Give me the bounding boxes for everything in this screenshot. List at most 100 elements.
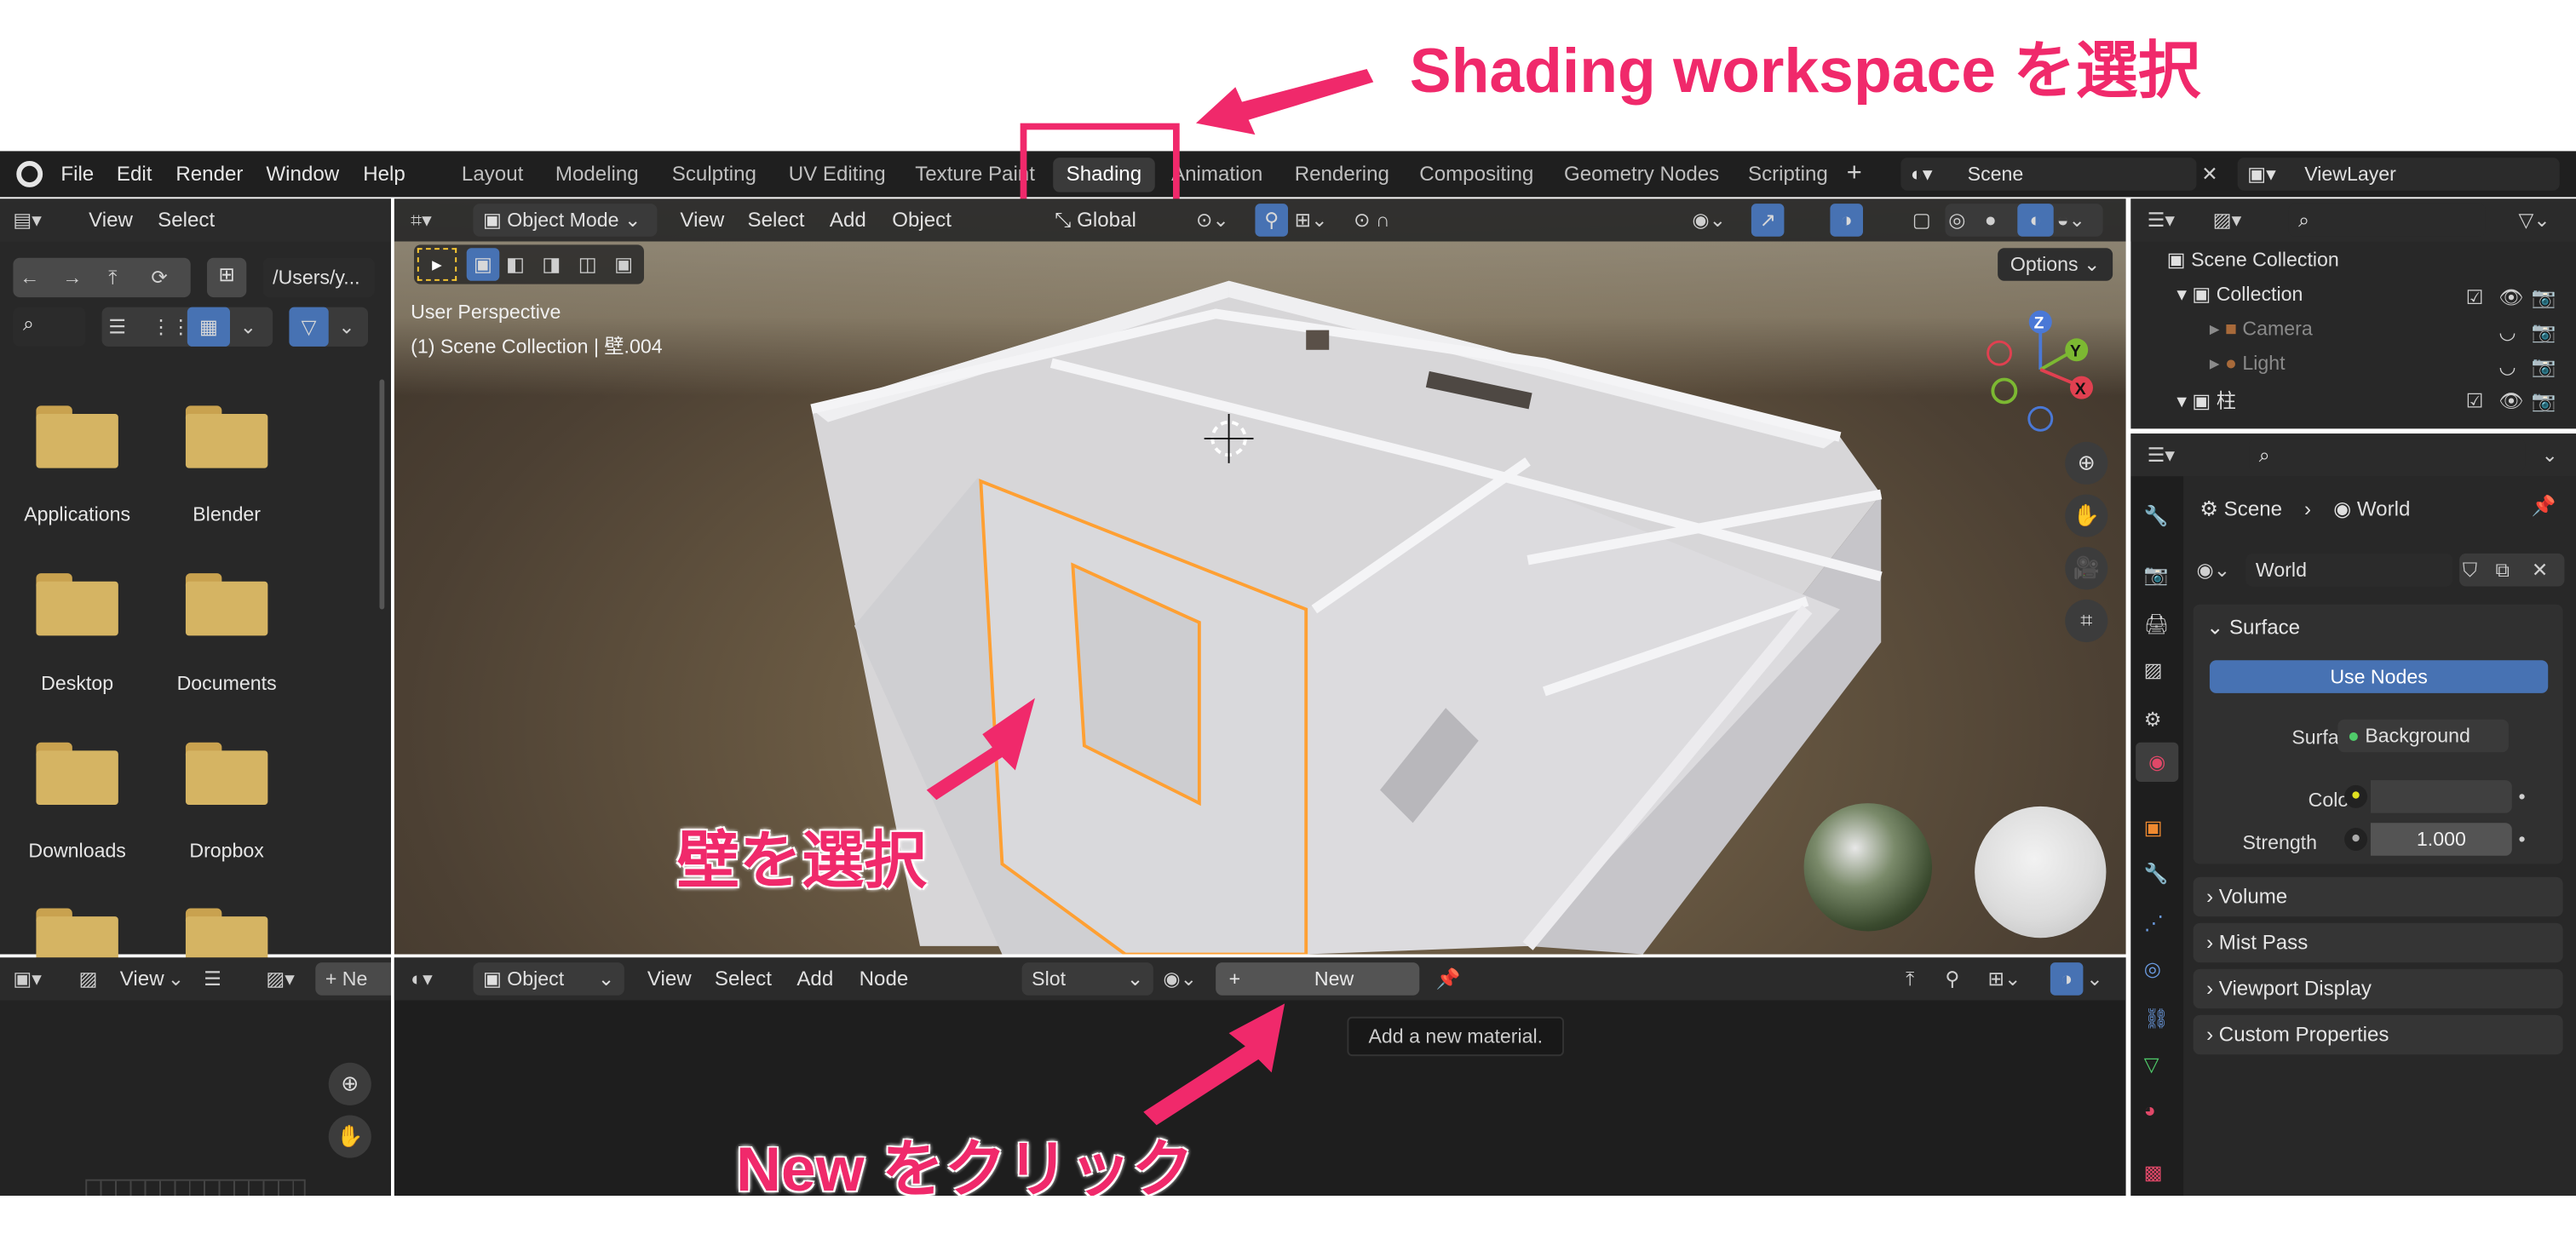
tab-compositing[interactable]: Compositing <box>1406 158 1547 192</box>
add-workspace-icon[interactable]: + <box>1847 158 1862 191</box>
viewport-display-panel-header[interactable]: › Viewport Display <box>2193 968 2563 1009</box>
editor-type-icon[interactable]: ▣▾ <box>13 962 42 996</box>
menu-render[interactable]: Render <box>175 163 243 186</box>
hamburger-icon[interactable]: ☰ <box>204 962 221 996</box>
chevron-down-icon[interactable]: ⌄ <box>2086 962 2102 996</box>
color-socket-icon[interactable]: ● <box>2344 784 2368 808</box>
view-layer-tab-icon[interactable]: ▨ <box>2144 654 2163 687</box>
image-browse-icon[interactable]: ▨▾ <box>266 962 295 996</box>
tab-scripting[interactable]: Scripting <box>1735 158 1842 192</box>
file-select-menu[interactable]: Select <box>158 209 215 232</box>
camera-icon[interactable]: 📷 <box>2532 350 2556 383</box>
viewport-3d[interactable]: ⌗▾ ▣ Object Mode ⌄ View Select Add Objec… <box>394 198 2126 955</box>
ortho-grid-icon[interactable]: ⌗ <box>2065 599 2108 643</box>
file-search-input[interactable]: ⌕ <box>13 307 86 347</box>
camera-icon[interactable]: 📷 <box>2532 315 2556 348</box>
snap-target-icon[interactable]: ⊞⌄ <box>1988 962 2021 996</box>
folder-icon[interactable] <box>185 573 268 636</box>
duplicate-icon[interactable]: ⧉ <box>2495 554 2510 587</box>
fake-user-icon[interactable]: ⛉ <box>2463 554 2477 587</box>
tab-rendering[interactable]: Rendering <box>1281 158 1402 192</box>
folder-label-desktop[interactable]: Desktop <box>3 672 152 695</box>
parent-node-icon[interactable]: ⤒ <box>1906 962 1914 996</box>
strength-socket-icon[interactable]: ● <box>2344 827 2368 851</box>
menu-window[interactable]: Window <box>266 163 339 186</box>
eye-icon[interactable]: 👁 <box>2498 281 2523 314</box>
hand-icon[interactable]: ✋ <box>328 1115 371 1158</box>
menu-file[interactable]: File <box>60 163 94 186</box>
blender-logo-icon[interactable] <box>16 160 43 187</box>
outliner-search-input[interactable]: ⌕ <box>2288 204 2486 237</box>
file-view-menu[interactable]: View <box>89 209 133 232</box>
node-menu-node[interactable]: Node <box>860 967 909 990</box>
view-layer-selector[interactable]: ▣▾ ViewLayer <box>2237 158 2560 191</box>
scrollbar[interactable] <box>379 379 385 610</box>
outliner-row-scene-collection[interactable]: ▣ Scene Collection <box>2167 248 2339 271</box>
tab-uv-editing[interactable]: UV Editing <box>775 158 899 192</box>
mist-pass-panel-header[interactable]: › Mist Pass <box>2193 922 2563 963</box>
constraints-tab-icon[interactable]: ⛓ <box>2144 1002 2169 1035</box>
zoom-icon[interactable]: ⊕ <box>328 1062 371 1105</box>
use-nodes-button[interactable]: Use Nodes <box>2209 660 2549 693</box>
eye-icon[interactable]: ◡ <box>2498 350 2516 383</box>
folder-icon[interactable] <box>36 742 118 805</box>
outliner-row-camera[interactable]: ▸ ■ Camera <box>2210 317 2313 340</box>
slot-dropdown[interactable]: Slot ⌄ <box>1021 962 1153 996</box>
color-swatch[interactable] <box>2370 780 2512 813</box>
overlay-toggle-icon[interactable]: ◑ <box>2050 962 2084 996</box>
menu-help[interactable]: Help <box>363 163 405 186</box>
folder-label-downloads[interactable]: Downloads <box>3 839 152 862</box>
physics-tab-icon[interactable]: ◎ <box>2144 953 2161 986</box>
object-tab-icon[interactable]: ▣ <box>2144 812 2163 845</box>
editor-type-icon[interactable]: ☰▾ <box>2148 204 2175 237</box>
back-icon[interactable]: ← <box>20 261 39 295</box>
close-icon[interactable]: ✕ <box>2532 554 2548 587</box>
folder-icon[interactable] <box>185 742 268 805</box>
thumbnails-icon[interactable]: ▦ <box>187 307 230 347</box>
camera-view-icon[interactable]: 🎥 <box>2065 547 2108 590</box>
custom-properties-panel-header[interactable]: › Custom Properties <box>2193 1014 2563 1055</box>
axis-gizmo[interactable]: Z Y X <box>1975 304 2106 435</box>
folder-icon[interactable] <box>36 573 118 636</box>
properties-search-input[interactable]: ⌕ <box>2249 438 2526 472</box>
tool-tab-icon[interactable]: 🔧 <box>2144 499 2169 532</box>
output-tab-icon[interactable]: 🖨 <box>2144 608 2169 641</box>
scene-tab-icon[interactable]: ⚙ <box>2144 703 2162 736</box>
list-vertical-icon[interactable]: ☰ <box>108 310 126 343</box>
scene-selector[interactable]: ◐▾ Scene <box>1900 158 2197 191</box>
folder-label-dropbox[interactable]: Dropbox <box>152 839 301 862</box>
node-menu-view[interactable]: View <box>647 967 692 990</box>
outliner-row-light[interactable]: ▸ ● Light <box>2210 352 2286 375</box>
folder-icon[interactable] <box>185 405 268 468</box>
list-horizontal-icon[interactable]: ⋮⋮ <box>151 310 190 343</box>
close-icon[interactable]: ✕ <box>2201 158 2217 191</box>
new-folder-button[interactable]: ⊞ <box>206 257 247 298</box>
render-tab-icon[interactable]: 📷 <box>2144 559 2169 592</box>
folder-label-blender[interactable]: Blender <box>152 502 301 525</box>
editor-type-icon[interactable]: ▤▾ <box>13 204 42 237</box>
pin-icon[interactable]: 📌 <box>1436 962 1461 996</box>
editor-type-icon[interactable]: ◐▾ <box>411 962 433 996</box>
chevron-down-icon[interactable]: ⌄ <box>240 310 256 343</box>
path-field[interactable]: /Users/y... <box>262 257 375 298</box>
outliner-row-collection[interactable]: ▾ ▣ Collection <box>2176 283 2303 306</box>
particles-tab-icon[interactable]: ⋰ <box>2144 907 2164 940</box>
modifier-tab-icon[interactable]: 🔧 <box>2144 858 2169 891</box>
parent-dir-icon[interactable]: ⤒ <box>108 261 117 295</box>
world-tab-icon[interactable]: ◉ <box>2136 742 2179 782</box>
tab-geometry-nodes[interactable]: Geometry Nodes <box>1551 158 1733 192</box>
strength-field[interactable]: 1.000 <box>2370 823 2512 856</box>
camera-icon[interactable]: 📷 <box>2532 384 2556 417</box>
tab-layout[interactable]: Layout <box>448 158 536 192</box>
new-material-button[interactable]: + New <box>1216 962 1420 996</box>
node-menu-select[interactable]: Select <box>715 967 772 990</box>
tab-sculpting[interactable]: Sculpting <box>658 158 769 192</box>
filter-icon[interactable]: ▽⌄ <box>2518 204 2550 237</box>
folder-icon[interactable] <box>36 405 118 468</box>
eye-icon[interactable]: 👁 <box>2498 384 2523 417</box>
image-new-button[interactable]: + Ne <box>315 962 391 996</box>
material-browse-icon[interactable]: ◉⌄ <box>1163 962 1197 996</box>
tab-modeling[interactable]: Modeling <box>542 158 652 192</box>
eye-icon[interactable]: ◡ <box>2498 315 2516 348</box>
editor-type-icon[interactable]: ☰▾ <box>2148 439 2175 472</box>
